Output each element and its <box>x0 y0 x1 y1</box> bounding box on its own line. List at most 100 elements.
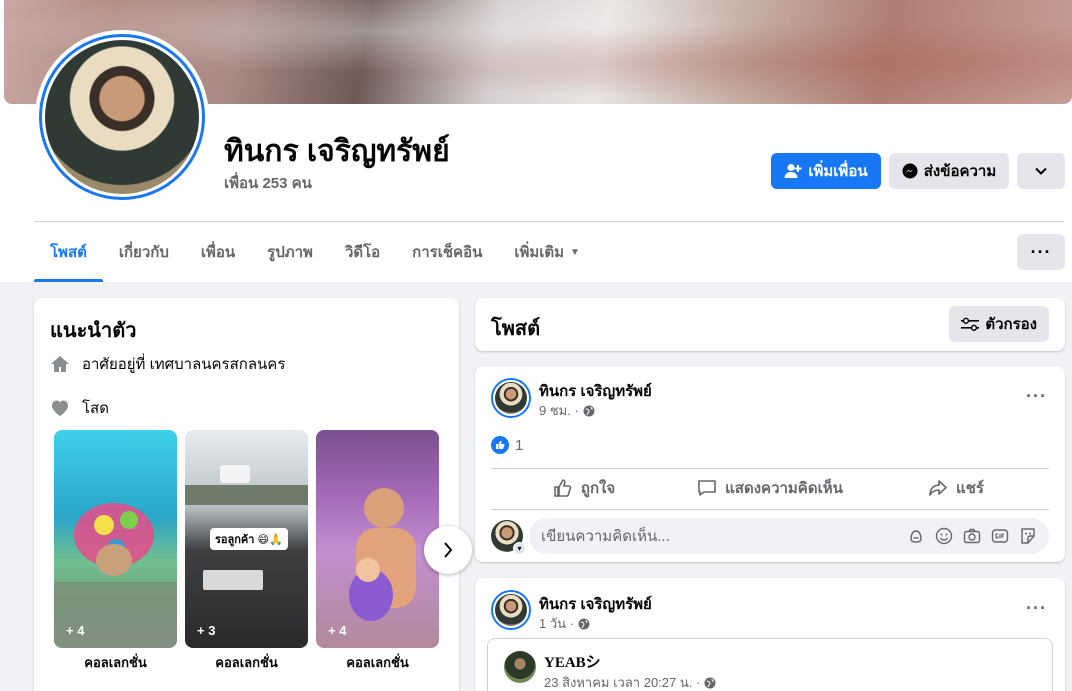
share-label: แชร์ <box>956 480 984 497</box>
highlight-sticker: รอลูกค้า 😄🙏 <box>210 528 288 550</box>
profile-picture[interactable] <box>39 34 205 200</box>
post-meta: 9 ชม. · <box>539 400 595 421</box>
tab-more[interactable]: เพิ่มเติม ▼ <box>498 222 596 282</box>
more-options-button[interactable]: ··· <box>1017 234 1065 270</box>
profile-name: ทินกร เจริญทรัพย์ <box>224 135 450 168</box>
intro-title: แนะนำตัว <box>50 320 137 342</box>
lives-in-text: อาศัยอยู่ที่ เทศบาลนครสกลนคร <box>82 356 286 373</box>
chevron-right-icon <box>444 542 453 558</box>
post-divider <box>491 509 1049 510</box>
posts-title: โพสต์ <box>491 318 541 340</box>
filter-label: ตัวกรอง <box>985 316 1037 333</box>
highlight-label[interactable]: คอลเลกชั่น <box>316 652 439 673</box>
gif-icon[interactable] <box>991 527 1009 545</box>
messenger-icon <box>902 163 918 179</box>
shared-author-name[interactable]: YEABシ <box>544 651 601 672</box>
chevron-down-icon: ▾ <box>513 542 526 555</box>
highlights-next-button[interactable] <box>424 526 472 574</box>
tab-label: โพสต์ <box>50 244 87 261</box>
profile-header: ทินกร เจริญทรัพย์ เพื่อน 253 คน เพิ่มเพื… <box>0 0 1072 282</box>
filter-button[interactable]: ตัวกรอง <box>949 306 1049 342</box>
profile-options-button[interactable] <box>1017 153 1065 189</box>
reaction-count: 1 <box>515 436 524 454</box>
chevron-down-icon <box>1035 167 1047 175</box>
highlight-3[interactable]: + 4 <box>316 430 439 648</box>
globe-icon <box>578 618 590 629</box>
comment-label: แสดงความคิดเห็น <box>725 480 843 497</box>
add-friend-button[interactable]: เพิ่มเพื่อน <box>771 153 881 189</box>
post-card: ทินกร เจริญทรัพย์ 1 วัน · ··· YEABシ 23 ส… <box>475 578 1065 691</box>
more-dots-icon: ··· <box>1030 241 1052 262</box>
friends-count[interactable]: เพื่อน 253 คน <box>224 171 312 195</box>
camera-icon[interactable] <box>963 527 981 545</box>
post-time[interactable]: 9 ชม. · <box>539 400 579 421</box>
comment-tools <box>907 527 1037 545</box>
add-friend-label: เพิ่มเพื่อน <box>808 163 868 180</box>
tab-label: เพื่อน <box>200 244 236 261</box>
avatar-image <box>495 382 527 414</box>
post-meta: 1 วัน · <box>539 613 590 634</box>
post-card: ทินกร เจริญทรัพย์ 9 ชม. · ··· 1 ถูกใจ แส… <box>475 366 1065 562</box>
comment-button[interactable]: แสดงความคิดเห็น <box>677 470 863 506</box>
shared-post[interactable]: YEABシ 23 สิงหาคม เวลา 20:27 น. · <box>487 638 1053 691</box>
tab-posts[interactable]: โพสต์ <box>34 222 103 282</box>
post-options-button[interactable]: ··· <box>1026 386 1047 407</box>
tab-label: เกี่ยวกับ <box>118 244 169 261</box>
highlight-count: + 3 <box>197 623 216 638</box>
comment-composer: ▾ เขียนความคิดเห็น... <box>491 518 1049 555</box>
like-label: ถูกใจ <box>580 480 616 497</box>
comment-icon <box>698 480 716 496</box>
tab-videos[interactable]: วิดีโอ <box>329 222 396 282</box>
profile-tabs: โพสต์ เกี่ยวกับ เพื่อน รูปภาพ วิดีโอ การ… <box>34 222 596 282</box>
add-friend-icon <box>784 164 802 178</box>
share-button[interactable]: แชร์ <box>863 470 1049 506</box>
tab-friends[interactable]: เพื่อน <box>185 222 251 282</box>
highlight-1[interactable]: + 4 <box>54 430 177 648</box>
filter-icon <box>961 317 980 331</box>
highlight-count: + 4 <box>328 623 347 638</box>
post-author-avatar[interactable] <box>491 378 531 418</box>
profile-picture-image <box>45 40 199 194</box>
heart-icon <box>50 398 70 418</box>
shared-post-meta: 23 สิงหาคม เวลา 20:27 น. · <box>544 672 716 691</box>
highlight-3-image <box>349 488 416 621</box>
shared-post-time[interactable]: 23 สิงหาคม เวลา 20:27 น. · <box>544 672 700 691</box>
post-time[interactable]: 1 วัน · <box>539 613 574 634</box>
tab-label: วิดีโอ <box>344 244 381 261</box>
profile-picture-frame <box>35 30 209 204</box>
comment-input[interactable]: เขียนความคิดเห็น... <box>529 518 1049 554</box>
avatar-sticker-icon[interactable] <box>907 527 925 545</box>
tab-checkins[interactable]: การเช็คอิน <box>396 222 498 282</box>
caret-down-icon: ▼ <box>570 246 580 258</box>
highlight-count: + 4 <box>66 623 85 638</box>
tab-label: รูปภาพ <box>267 244 313 261</box>
tab-label: การเช็คอิน <box>412 244 483 261</box>
highlight-label[interactable]: คอลเลกชั่น <box>185 652 308 673</box>
shared-author-avatar[interactable] <box>504 651 536 683</box>
intro-card: แนะนำตัว อาศัยอยู่ที่ เทศบาลนครสกลนคร โส… <box>34 298 472 691</box>
highlight-label[interactable]: คอลเลกชั่น <box>54 652 177 673</box>
share-icon <box>929 480 947 496</box>
globe-icon <box>704 677 716 688</box>
sticker-icon[interactable] <box>1019 527 1037 545</box>
message-label: ส่งข้อความ <box>923 163 997 180</box>
post-actions: ถูกใจ แสดงความคิดเห็น แชร์ <box>491 470 1049 506</box>
post-author-avatar[interactable] <box>491 590 531 630</box>
tab-photos[interactable]: รูปภาพ <box>251 222 329 282</box>
post-options-button[interactable]: ··· <box>1026 598 1047 619</box>
thumbs-up-icon <box>554 479 572 497</box>
avatar-image <box>495 594 527 626</box>
like-button[interactable]: ถูกใจ <box>491 470 677 506</box>
tab-about[interactable]: เกี่ยวกับ <box>103 222 185 282</box>
post-reactions[interactable]: 1 <box>491 436 523 454</box>
intro-relationship: โสด <box>50 396 109 420</box>
highlight-1-image <box>54 503 177 648</box>
like-reaction-icon <box>491 436 509 454</box>
message-button[interactable]: ส่งข้อความ <box>889 153 1009 189</box>
home-icon <box>50 354 70 374</box>
post-divider <box>491 468 1049 469</box>
emoji-icon[interactable] <box>935 527 953 545</box>
intro-lives-in: อาศัยอยู่ที่ เทศบาลนครสกลนคร <box>50 352 285 376</box>
posts-header-card: โพสต์ ตัวกรอง <box>475 298 1065 351</box>
commenter-avatar[interactable]: ▾ <box>491 520 526 555</box>
